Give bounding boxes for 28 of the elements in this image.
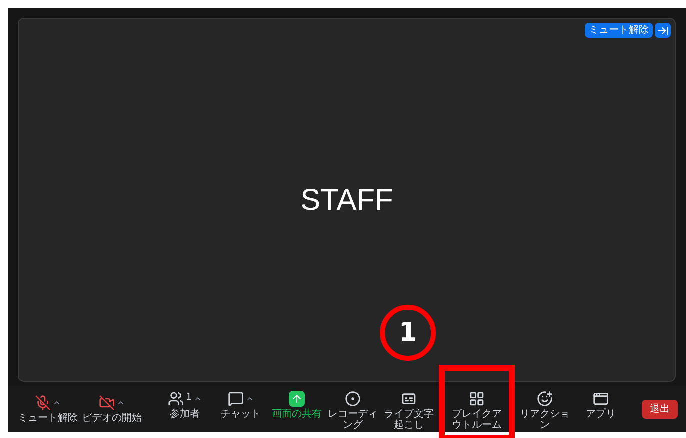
video-off-icon[interactable]: [99, 394, 115, 410]
caret-icon[interactable]: [194, 395, 202, 403]
toolbar-button[interactable]: レコーディング: [325, 409, 381, 431]
video-button[interactable]: ビデオの開始: [82, 412, 142, 424]
toolbar-button[interactable]: 画面の共有: [272, 409, 322, 420]
share-icon: [289, 391, 305, 407]
unmute-button[interactable]: ミュート解除: [585, 23, 653, 38]
muted-mic-icon[interactable]: [35, 394, 51, 410]
breakout-icon: [469, 391, 485, 407]
toolbar-button[interactable]: ブレイクアウトルーム: [449, 409, 505, 431]
toolbar-button[interactable]: リアクション: [517, 409, 573, 431]
audio-button[interactable]: ミュート解除: [18, 412, 78, 424]
toolbar-button[interactable]: ライブ文字起こし: [381, 409, 437, 431]
participants-icon: [168, 391, 184, 407]
chat-icon: [228, 391, 244, 407]
captions-icon: [401, 391, 417, 407]
participant-name: STAFF: [300, 182, 394, 218]
participant-count: 1: [186, 392, 192, 406]
toolbar-button[interactable]: チャット: [221, 409, 261, 420]
step-number: 1: [398, 316, 418, 350]
caret-icon[interactable]: [246, 395, 254, 403]
toolbar-button[interactable]: 参加者: [170, 409, 200, 420]
apps-icon: [593, 391, 609, 407]
toolbar-button[interactable]: アプリ: [586, 409, 616, 420]
leave-button[interactable]: 退出: [642, 400, 678, 418]
record-icon: [345, 391, 361, 407]
reactions-icon: [537, 391, 553, 407]
exit-arrow-icon[interactable]: [655, 23, 671, 38]
